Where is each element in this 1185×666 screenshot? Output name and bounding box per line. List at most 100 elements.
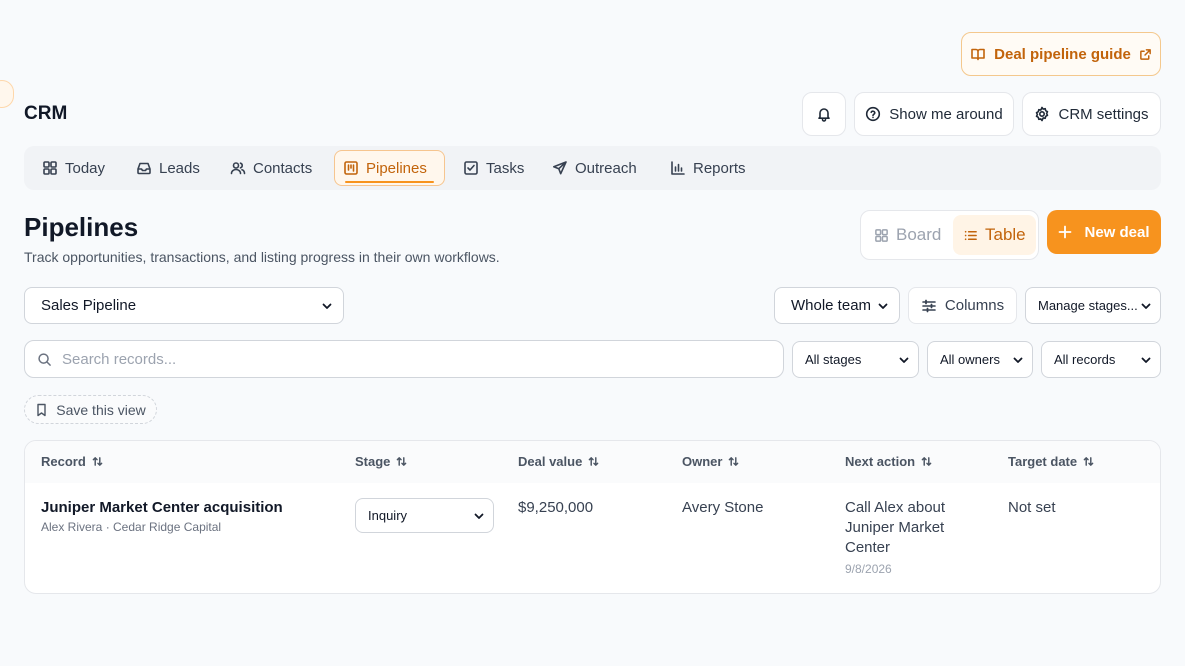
- chevron-down-icon: [898, 354, 910, 366]
- sort-icon: [396, 456, 407, 467]
- column-header-label: Deal value: [518, 454, 583, 469]
- record-filter-select[interactable]: All records: [1041, 341, 1161, 378]
- tab-leads[interactable]: Leads: [128, 150, 208, 186]
- record-subtitle: Alex Rivera · Cedar Ridge Capital: [41, 520, 222, 534]
- column-header-label: Stage: [355, 454, 391, 469]
- column-header-deal-value[interactable]: Deal value: [518, 454, 599, 469]
- send-icon: [552, 160, 568, 176]
- owner-cell: Avery Stone: [682, 499, 764, 516]
- tab-tasks-label: Tasks: [486, 159, 525, 177]
- owner-filter-select[interactable]: All owners: [927, 341, 1033, 378]
- tab-outreach-label: Outreach: [575, 159, 637, 177]
- stage-filter-select[interactable]: All stages: [792, 341, 919, 378]
- tab-today[interactable]: Today: [34, 150, 113, 186]
- show-me-around-button[interactable]: Show me around: [854, 92, 1014, 136]
- tab-reports[interactable]: Reports: [662, 150, 754, 186]
- chevron-down-icon: [1140, 354, 1152, 366]
- owner-filter-value: All owners: [940, 352, 1000, 367]
- next-action-cell: Call Alex about Juniper Market Center 9/…: [845, 498, 975, 579]
- team-select-value: Whole team: [791, 297, 872, 314]
- column-header-label: Target date: [1008, 454, 1078, 469]
- columns-label: Columns: [944, 297, 1005, 314]
- pipeline-select[interactable]: Sales Pipeline: [24, 287, 344, 324]
- target-date-cell: Not set: [1008, 499, 1056, 516]
- grid-icon: [42, 160, 58, 176]
- tab-tasks[interactable]: Tasks: [455, 150, 532, 186]
- stage-select[interactable]: Inquiry: [355, 498, 494, 533]
- chevron-down-icon: [473, 510, 485, 522]
- save-view-button[interactable]: Save this view: [24, 395, 157, 424]
- column-header-label: Owner: [682, 454, 723, 469]
- view-toggle: Board Table: [860, 210, 1039, 260]
- chevron-down-icon: [1012, 354, 1024, 366]
- crm-nav-tabs: Today Leads Contacts Pipelines Tasks Out…: [24, 146, 1161, 190]
- sort-icon: [1083, 456, 1094, 467]
- tab-reports-label: Reports: [693, 159, 746, 177]
- stage-select-value: Inquiry: [368, 508, 408, 523]
- page-subtitle: Track opportunities, transactions, and l…: [24, 249, 500, 265]
- column-header-label: Record: [41, 454, 86, 469]
- search-input[interactable]: [62, 350, 783, 368]
- next-action-date: 9/8/2026: [845, 562, 892, 576]
- search-records-field[interactable]: [24, 340, 784, 378]
- inbox-icon: [136, 160, 152, 176]
- new-deal-label: New deal: [1084, 223, 1150, 241]
- manage-stages-select[interactable]: Manage stages...: [1025, 287, 1161, 324]
- chevron-down-icon: [877, 300, 889, 312]
- bookmark-icon: [35, 403, 48, 417]
- external-link-icon: [1139, 48, 1152, 61]
- tab-pipelines-label: Pipelines: [366, 159, 427, 177]
- deal-pipeline-guide-label: Deal pipeline guide: [994, 45, 1131, 63]
- checkbox-icon: [463, 160, 479, 176]
- new-deal-button[interactable]: New deal: [1047, 210, 1161, 254]
- table-view-label: Table: [985, 225, 1026, 244]
- column-header-label: Next action: [845, 454, 916, 469]
- deal-value-cell: $9,250,000: [518, 499, 594, 516]
- record-title: Juniper Market Center acquisition: [41, 499, 283, 516]
- book-icon: [970, 46, 986, 62]
- record-filter-value: All records: [1054, 352, 1116, 367]
- column-header-record[interactable]: Record: [41, 454, 103, 469]
- tab-outreach[interactable]: Outreach: [544, 150, 645, 186]
- stage-filter-value: All stages: [805, 352, 862, 367]
- tab-contacts[interactable]: Contacts: [222, 150, 320, 186]
- users-icon: [230, 160, 246, 176]
- tab-pipelines[interactable]: Pipelines: [334, 150, 445, 186]
- column-header-next-action[interactable]: Next action: [845, 454, 932, 469]
- crm-settings-label: CRM settings: [1058, 105, 1149, 123]
- list-icon: [963, 228, 978, 243]
- next-action-text: Call Alex about Juniper Market Center: [845, 499, 946, 556]
- deal-pipeline-guide-button[interactable]: Deal pipeline guide: [961, 32, 1161, 76]
- page-title: Pipelines: [24, 212, 139, 242]
- chevron-down-icon: [321, 300, 333, 312]
- column-header-stage[interactable]: Stage: [355, 454, 407, 469]
- app-title: CRM: [24, 103, 68, 124]
- table-view-button[interactable]: Table: [953, 215, 1036, 255]
- pipeline-select-value: Sales Pipeline: [41, 297, 137, 314]
- columns-button[interactable]: Columns: [908, 287, 1017, 324]
- table-header: Record Stage Deal value Owner Next actio…: [25, 441, 1160, 483]
- sort-icon: [921, 456, 932, 467]
- manage-stages-value: Manage stages...: [1038, 298, 1138, 313]
- sidebar-toggle-handle[interactable]: [0, 80, 14, 108]
- search-icon: [37, 352, 52, 367]
- bar-chart-icon: [670, 160, 686, 176]
- tab-today-label: Today: [65, 159, 106, 177]
- column-header-owner[interactable]: Owner: [682, 454, 739, 469]
- bell-icon: [816, 106, 832, 122]
- plus-icon: [1058, 225, 1072, 239]
- save-view-label: Save this view: [56, 401, 146, 418]
- crm-settings-button[interactable]: CRM settings: [1022, 92, 1161, 136]
- show-me-around-label: Show me around: [889, 105, 1003, 123]
- chevron-down-icon: [1140, 300, 1152, 312]
- column-header-target-date[interactable]: Target date: [1008, 454, 1094, 469]
- sort-icon: [728, 456, 739, 467]
- sliders-icon: [921, 298, 937, 314]
- sort-icon: [92, 456, 103, 467]
- record-cell[interactable]: Juniper Market Center acquisition Alex R…: [41, 499, 283, 534]
- notifications-button[interactable]: [802, 92, 846, 136]
- help-circle-icon: [865, 106, 881, 122]
- board-view-button[interactable]: Board: [864, 215, 951, 255]
- team-select[interactable]: Whole team: [774, 287, 900, 324]
- gear-icon: [1034, 106, 1050, 122]
